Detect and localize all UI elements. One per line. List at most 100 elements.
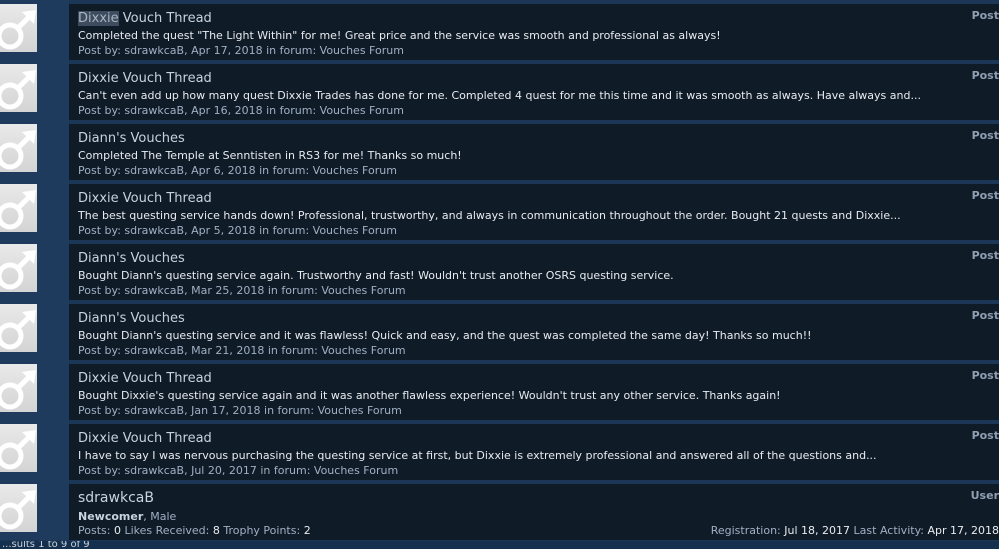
male-symbol-icon[interactable] [0,364,37,412]
content-type-label: Post [971,189,999,202]
forum-link[interactable]: Vouches Forum [320,104,404,117]
post-by-label: Post by: [78,464,125,477]
author-link[interactable]: sdrawkcaB [124,44,184,57]
forum-link[interactable]: Vouches Forum [321,284,405,297]
result-meta: Post by: sdrawkcaB, Apr 5, 2018 in forum… [78,224,397,237]
result-meta: Post by: sdrawkcaB, Mar 25, 2018 in foru… [78,284,406,297]
result-title-link[interactable]: Dixxie Vouch Thread [78,71,212,86]
forum-link[interactable]: Vouches Forum [313,164,397,177]
male-symbol-icon[interactable] [0,424,37,472]
search-results-list: Dixxie Vouch Thread Completed the quest "… [0,0,999,540]
male-symbol-icon[interactable] [0,484,37,532]
search-result-row: Diann's Vouches Bought Diann's questing s… [0,300,999,360]
in-forum-label: in forum: [264,344,322,357]
trophy-count: 2 [303,524,311,537]
result-snippet[interactable]: Bought Diann's questing service again. T… [78,269,674,282]
post-by-label: Post by: [78,224,125,237]
forum-link[interactable]: Vouches Forum [318,404,402,417]
result-title-text: Diann's Vouches [78,311,185,326]
user-result-row: sdrawkcaB Newcomer, Male Posts: 0 Likes Re… [0,480,999,540]
male-symbol-icon[interactable] [0,244,37,292]
forum-link[interactable]: Vouches Forum [320,44,404,57]
result-meta: Post by: sdrawkcaB, Apr 6, 2018 in forum… [78,164,397,177]
forum-link[interactable]: Vouches Forum [314,464,398,477]
result-title-text: Vouch Thread [118,11,212,26]
author-link[interactable]: sdrawkcaB [124,284,184,297]
post-date: Jul 20, 2017 [191,464,257,477]
result-meta: Post by: sdrawkcaB, Mar 21, 2018 in foru… [78,344,406,357]
search-term-highlight: Dixxie [78,11,119,26]
result-title-link[interactable]: Dixxie Vouch Thread [78,431,212,446]
result-content: Dixxie Vouch Thread Can't even add up how… [69,64,999,120]
user-stats: Posts: 0 Likes Received: 8 Trophy Points… [78,524,311,537]
male-symbol-icon[interactable] [0,4,37,52]
result-content: Dixxie Vouch Thread I have to say I was n… [69,424,999,480]
male-symbol-icon[interactable] [0,304,37,352]
post-date: Apr 5, 2018 [191,224,256,237]
result-title-link[interactable]: Diann's Vouches [78,131,185,146]
in-forum-label: in forum: [256,464,314,477]
male-symbol-icon[interactable] [0,124,37,172]
result-meta: Post by: sdrawkcaB, Jul 20, 2017 in foru… [78,464,398,477]
user-content: sdrawkcaB Newcomer, Male Posts: 0 Likes Re… [69,484,999,540]
result-snippet[interactable]: Bought Dixxie's questing service again a… [78,389,781,402]
user-rank: Newcomer [78,510,144,523]
author-link[interactable]: sdrawkcaB [124,104,184,117]
result-title-text: Dixxie Vouch Thread [78,71,212,86]
search-result-row: Dixxie Vouch Thread The best questing ser… [0,180,999,240]
trophy-label: Trophy Points: [219,524,304,537]
content-type-label: Post [971,369,999,382]
search-result-row: Dixxie Vouch Thread Can't even add up how… [0,60,999,120]
result-content: Diann's Vouches Bought Diann's questing s… [69,304,999,360]
results-count: ...sults 1 to 9 of 9 [2,541,90,549]
forum-link[interactable]: Vouches Forum [313,224,397,237]
last-activity-label: Last Activity: [850,524,928,537]
search-result-row: Diann's Vouches Bought Diann's questing s… [0,240,999,300]
result-title-link[interactable]: Dixxie Vouch Thread [78,11,212,26]
result-title-link[interactable]: Dixxie Vouch Thread [78,191,212,206]
result-title-link[interactable]: Dixxie Vouch Thread [78,371,212,386]
user-title: Newcomer, Male [78,510,176,523]
result-snippet[interactable]: Completed the quest "The Light Within" f… [78,29,721,42]
search-result-row: Dixxie Vouch Thread Completed the quest "… [0,0,999,60]
result-content: Dixxie Vouch Thread Completed the quest "… [69,4,999,60]
search-result-row: Dixxie Vouch Thread I have to say I was n… [0,420,999,480]
result-snippet[interactable]: Can't even add up how many quest Dixxie … [78,89,921,102]
content-type-label: User [970,489,999,502]
result-content: Diann's Vouches Bought Diann's questing s… [69,244,999,300]
post-by-label: Post by: [78,404,125,417]
post-by-label: Post by: [78,164,125,177]
result-snippet[interactable]: Completed The Temple at Senntisten in RS… [78,149,462,162]
likes-count: 8 [212,524,220,537]
post-by-label: Post by: [78,104,125,117]
result-title-link[interactable]: Diann's Vouches [78,311,185,326]
registration-date: Jul 18, 2017 [784,524,851,537]
in-forum-label: in forum: [255,164,313,177]
result-snippet[interactable]: Bought Diann's questing service and it w… [78,329,812,342]
likes-label: Likes Received: [120,524,213,537]
result-title-text: Diann's Vouches [78,251,185,266]
result-content: Dixxie Vouch Thread The best questing ser… [69,184,999,240]
in-forum-label: in forum: [260,404,318,417]
in-forum-label: in forum: [262,44,320,57]
forum-link[interactable]: Vouches Forum [321,344,405,357]
content-type-label: Post [971,249,999,262]
user-dates: Registration: Jul 18, 2017 Last Activity… [711,524,999,537]
result-title-link[interactable]: Diann's Vouches [78,251,185,266]
result-snippet[interactable]: The best questing service hands down! Pr… [78,209,901,222]
search-result-row: Diann's Vouches Completed The Temple at S… [0,120,999,180]
author-link[interactable]: sdrawkcaB [124,404,184,417]
result-content: Dixxie Vouch Thread Bought Dixxie's quest… [69,364,999,420]
author-link[interactable]: sdrawkcaB [124,224,184,237]
result-meta: Post by: sdrawkcaB, Jan 17, 2018 in foru… [78,404,402,417]
male-symbol-icon[interactable] [0,184,37,232]
result-content: Diann's Vouches Completed The Temple at S… [69,124,999,180]
in-forum-label: in forum: [255,224,313,237]
author-link[interactable]: sdrawkcaB [124,344,184,357]
last-activity-date: Apr 17, 2018 [927,524,999,537]
male-symbol-icon[interactable] [0,64,37,112]
result-snippet[interactable]: I have to say I was nervous purchasing t… [78,449,877,462]
username-link[interactable]: sdrawkcaB [78,490,154,506]
author-link[interactable]: sdrawkcaB [124,164,184,177]
author-link[interactable]: sdrawkcaB [124,464,184,477]
